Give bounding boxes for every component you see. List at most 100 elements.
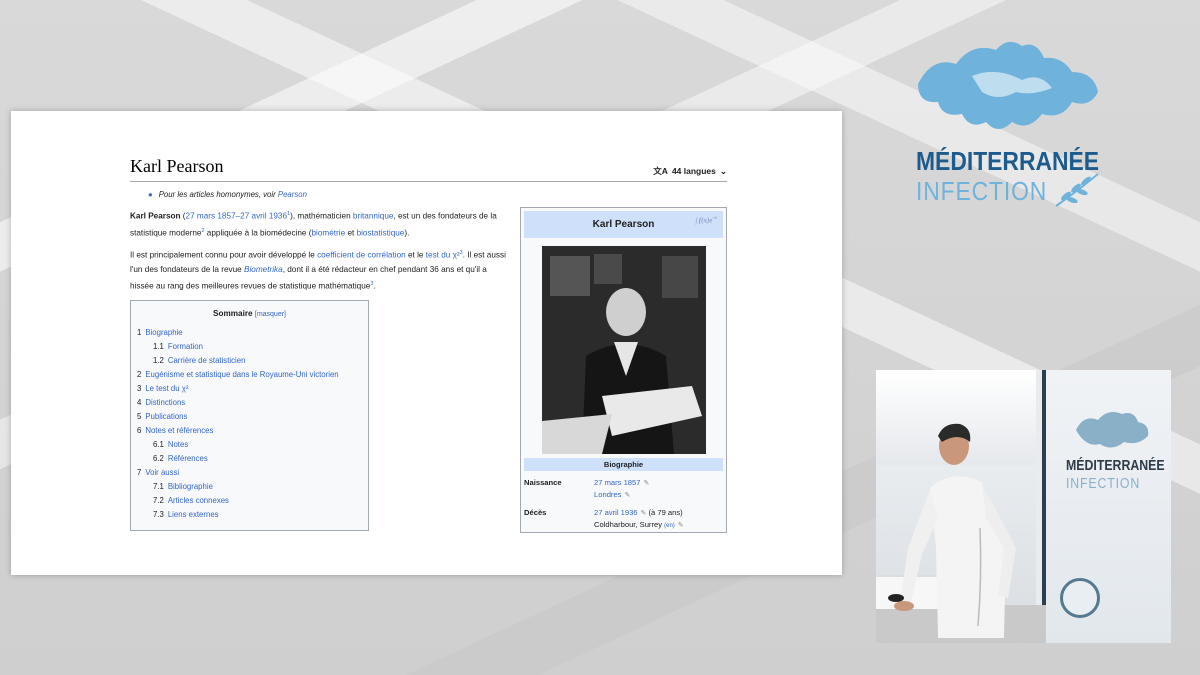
biometrie-link[interactable]: biométrie [311, 228, 345, 237]
toc-item[interactable]: 7.1 Bibliographie [137, 480, 362, 494]
text: . [373, 281, 376, 291]
britannique-link[interactable]: britannique [353, 212, 394, 221]
toc-item-number: 2 [137, 369, 142, 379]
correlation-link[interactable]: coefficient de corrélation [317, 251, 406, 260]
infobox-title-text: Karl Pearson [592, 219, 655, 230]
age-text: (à 79 ans) [646, 508, 683, 517]
toc-item[interactable]: 1.2 Carrière de statisticien [137, 354, 362, 368]
toc-item[interactable]: 7.2 Articles connexes [137, 494, 362, 508]
video-map-icon [1076, 412, 1149, 448]
toc-list: 1 Biographie 1.1 Formation 1.2 Carrière de st… [137, 326, 362, 522]
video-logo-line2: INFECTION [1066, 476, 1141, 492]
portrait-illustration [541, 246, 706, 454]
biostatistique-link[interactable]: biostatistique [357, 228, 405, 237]
toc-item-number: 7.2 [153, 495, 164, 505]
toc-item-label: Voir aussi [145, 467, 180, 477]
toc-item-number: 7.3 [153, 509, 164, 519]
logo-text-line2: INFECTION [916, 176, 1048, 206]
toc-item[interactable]: 6 Notes et références [137, 424, 362, 438]
infobox-section-header: Biographie [524, 458, 723, 471]
en-link[interactable]: (en) [664, 523, 675, 529]
birth-date-link[interactable]: 27 mars 1857 [594, 478, 640, 487]
article-header: Karl Pearson 文A 44 langues ⌄ [130, 156, 727, 182]
toc-heading: Sommaire [213, 308, 253, 318]
second-paragraph: Il est principalement connu pour avoir d… [130, 246, 510, 293]
toc-hide-button[interactable]: [masquer] [255, 311, 286, 318]
toc-item-label: Liens externes [167, 509, 219, 519]
infobox-title: Karl Pearson ∫ f(x)e-x [524, 211, 723, 238]
toc-item-label: Publications [145, 411, 188, 421]
video-logo-line1: MÉDITERRANÉE [1066, 458, 1165, 474]
speaker-video: MÉDITERRANÉE INFECTION [876, 370, 1171, 643]
pencil-icon[interactable]: ✎ [624, 492, 630, 499]
subject-name: Karl Pearson [130, 211, 181, 221]
toc-item-label: Articles connexes [167, 495, 229, 505]
text: et [345, 228, 357, 238]
chevron-down-icon: ⌄ [719, 165, 727, 176]
text: ). [404, 228, 410, 238]
mediterranean-map-icon [918, 41, 1098, 129]
toc-item-number: 1 [137, 327, 142, 337]
pencil-icon[interactable]: ✎ [678, 522, 684, 529]
hatnote-text: Pour les articles homonymes, voir [158, 190, 276, 199]
toc-item[interactable]: 6.1 Notes [137, 438, 362, 452]
toc-item-label: Références [167, 453, 208, 463]
text: ), mathématicien [290, 211, 351, 221]
article-body: Karl Pearson (27 mars 1857–27 avril 1936… [130, 207, 510, 533]
wikipedia-article: Karl Pearson 文A 44 langues ⌄ ● Pour les … [130, 156, 727, 533]
disambiguation-icon: ● [148, 190, 153, 199]
toc-item-label: Carrière de statisticien [167, 355, 246, 365]
toc-item-number: 1.1 [153, 341, 164, 351]
toc-item[interactable]: 2 Eugénisme et statistique dans le Royaum… [137, 368, 362, 382]
infobox: Karl Pearson ∫ f(x)e-x Biographie Naissa… [520, 207, 727, 533]
toc-item-number: 1.2 [153, 355, 164, 365]
formula-decoration-icon: ∫ f(x)e-x [695, 215, 717, 225]
toc-item-number: 7 [137, 467, 142, 477]
presentation-slide: Karl Pearson 文A 44 langues ⌄ ● Pour les … [11, 111, 842, 575]
olive-branch-icon [1055, 173, 1099, 207]
biometrika-link[interactable]: Biometrika [244, 265, 283, 274]
mediterranee-infection-logo: MÉDITERRANÉE INFECTION [912, 36, 1102, 216]
toc-item-label: Eugénisme et statistique dans le Royaume… [145, 369, 339, 379]
toc-item[interactable]: 7.3 Liens externes [137, 508, 362, 522]
portrait-photo[interactable] [541, 246, 706, 454]
pencil-icon[interactable]: ✎ [643, 480, 649, 487]
text: appliquée à la biomédecine ( [204, 228, 312, 238]
toc-item-label: Notes [167, 439, 189, 449]
toc-item-number: 6 [137, 425, 142, 435]
toc-item[interactable]: 7 Voir aussi [137, 466, 362, 480]
toc-item-label: Bibliographie [167, 481, 213, 491]
infobox-row-death: Décès 27 avril 1936 ✎ (à 79 ans) Coldharb… [524, 507, 723, 532]
text: et le [405, 251, 424, 261]
language-selector[interactable]: 文A 44 langues ⌄ [653, 165, 727, 177]
death-date-link[interactable]: 27 avril 1936 [594, 508, 637, 517]
birth-place-link[interactable]: Londres [594, 490, 621, 499]
toc-item[interactable]: 1 Biographie [137, 326, 362, 340]
toc-item-label: Le test du χ² [145, 383, 189, 393]
text: Il est principalement connu pour avoir d… [130, 251, 315, 261]
translate-icon: 文A [653, 166, 668, 176]
table-of-contents: Sommaire [masquer] 1 Biographie 1.1 Formati… [130, 299, 369, 531]
hatnote-link[interactable]: Pearson [278, 190, 307, 199]
toc-title: Sommaire [masquer] [137, 307, 362, 322]
chi2-link[interactable]: test du χ² [426, 251, 460, 260]
toc-item-number: 5 [137, 411, 142, 421]
toc-item-label: Biographie [145, 327, 183, 337]
toc-item[interactable]: 1.1 Formation [137, 340, 362, 354]
toc-item-number: 3 [137, 383, 142, 393]
intro-paragraph: Karl Pearson (27 mars 1857–27 avril 1936… [130, 207, 510, 240]
hatnote: ● Pour les articles homonymes, voir Pear… [148, 190, 727, 199]
toc-item[interactable]: 5 Publications [137, 410, 362, 424]
death-place: Coldharbour, Surrey [594, 520, 662, 529]
row-label: Naissance [524, 478, 562, 487]
toc-item-label: Formation [167, 341, 203, 351]
toc-item[interactable]: 6.2 Références [137, 452, 362, 466]
speaker-figure [888, 423, 1016, 638]
row-label: Décès [524, 508, 547, 517]
toc-item[interactable]: 3 Le test du χ² [137, 382, 362, 396]
toc-item-label: Notes et références [145, 425, 214, 435]
toc-item-number: 6.2 [153, 453, 164, 463]
toc-item-number: 4 [137, 397, 142, 407]
dates-link[interactable]: 27 mars 1857–27 avril 1936 [186, 212, 288, 221]
toc-item[interactable]: 4 Distinctions [137, 396, 362, 410]
